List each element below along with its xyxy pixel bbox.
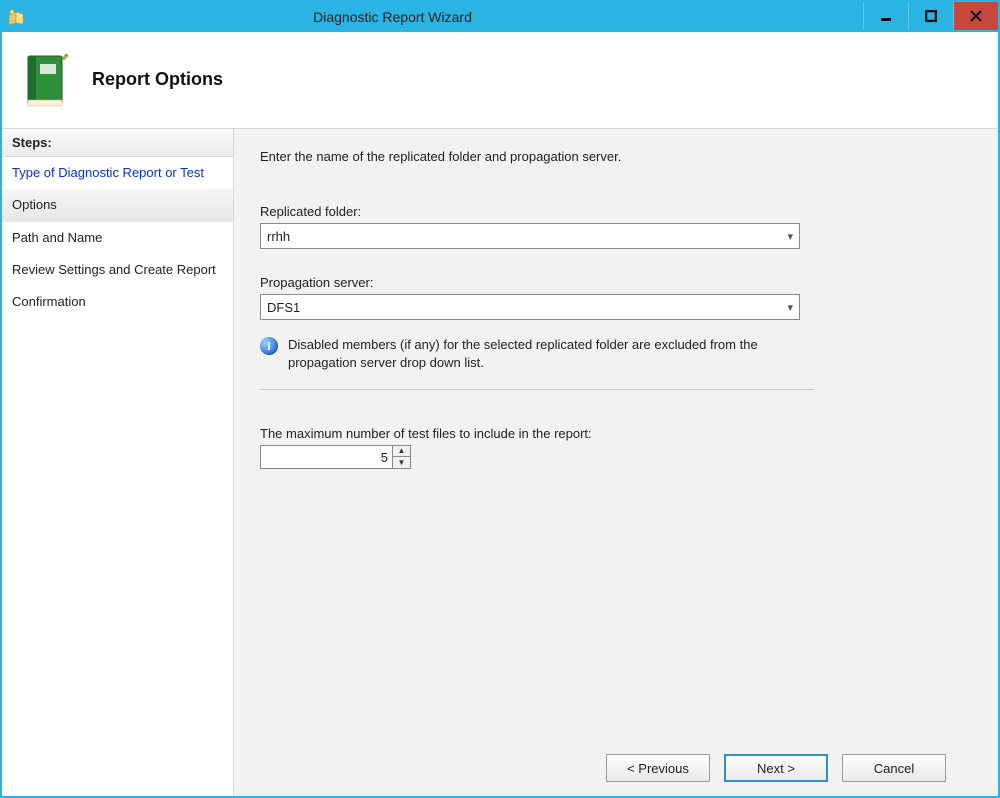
steps-heading: Steps: xyxy=(2,129,233,157)
next-button[interactable]: Next > xyxy=(724,754,828,782)
maximize-button[interactable] xyxy=(908,2,953,30)
prompt-text: Enter the name of the replicated folder … xyxy=(260,149,972,164)
step-type-of-report[interactable]: Type of Diagnostic Report or Test xyxy=(2,157,233,189)
window-title: Diagnostic Report Wizard xyxy=(32,2,863,32)
info-row: i Disabled members (if any) for the sele… xyxy=(260,336,972,371)
spinner-down-button[interactable]: ▼ xyxy=(393,457,410,468)
spinner-up-button[interactable]: ▲ xyxy=(393,446,410,457)
step-review-settings[interactable]: Review Settings and Create Report xyxy=(2,254,233,286)
info-icon: i xyxy=(260,337,278,355)
max-files-input[interactable] xyxy=(260,445,392,469)
titlebar: Diagnostic Report Wizard xyxy=(2,2,998,32)
previous-button[interactable]: < Previous xyxy=(606,754,710,782)
chevron-down-icon: ▾ xyxy=(787,230,793,243)
replicated-folder-label: Replicated folder: xyxy=(260,204,972,219)
chevron-down-icon: ▾ xyxy=(787,301,793,314)
minimize-button[interactable] xyxy=(863,2,908,30)
wizard-window: Diagnostic Report Wizard Repo xyxy=(0,0,1000,798)
max-files-label: The maximum number of test files to incl… xyxy=(260,426,972,441)
replicated-folder-value: rrhh xyxy=(267,229,290,244)
divider xyxy=(260,389,814,390)
page-title: Report Options xyxy=(92,69,223,90)
replicated-folder-dropdown[interactable]: rrhh ▾ xyxy=(260,223,800,249)
steps-sidebar: Steps: Type of Diagnostic Report or Test… xyxy=(2,129,234,796)
body: Steps: Type of Diagnostic Report or Test… xyxy=(2,128,998,796)
main-panel: Enter the name of the replicated folder … xyxy=(234,129,998,796)
step-path-and-name[interactable]: Path and Name xyxy=(2,222,233,254)
propagation-server-block: Propagation server: DFS1 ▾ xyxy=(260,275,972,320)
propagation-server-value: DFS1 xyxy=(267,300,300,315)
footer-buttons: < Previous Next > Cancel xyxy=(260,740,972,796)
close-button[interactable] xyxy=(953,2,998,30)
app-icon xyxy=(2,2,32,32)
propagation-server-label: Propagation server: xyxy=(260,275,972,290)
replicated-folder-block: Replicated folder: rrhh ▾ xyxy=(260,204,972,249)
step-options[interactable]: Options xyxy=(2,189,233,221)
propagation-server-dropdown[interactable]: DFS1 ▾ xyxy=(260,294,800,320)
window-buttons xyxy=(863,2,998,32)
book-icon xyxy=(22,48,74,110)
info-text: Disabled members (if any) for the select… xyxy=(288,336,818,371)
step-confirmation[interactable]: Confirmation xyxy=(2,286,233,318)
max-files-row: ▲ ▼ xyxy=(260,445,972,469)
header: Report Options xyxy=(2,32,998,128)
max-files-spinner: ▲ ▼ xyxy=(260,445,411,469)
cancel-button[interactable]: Cancel xyxy=(842,754,946,782)
